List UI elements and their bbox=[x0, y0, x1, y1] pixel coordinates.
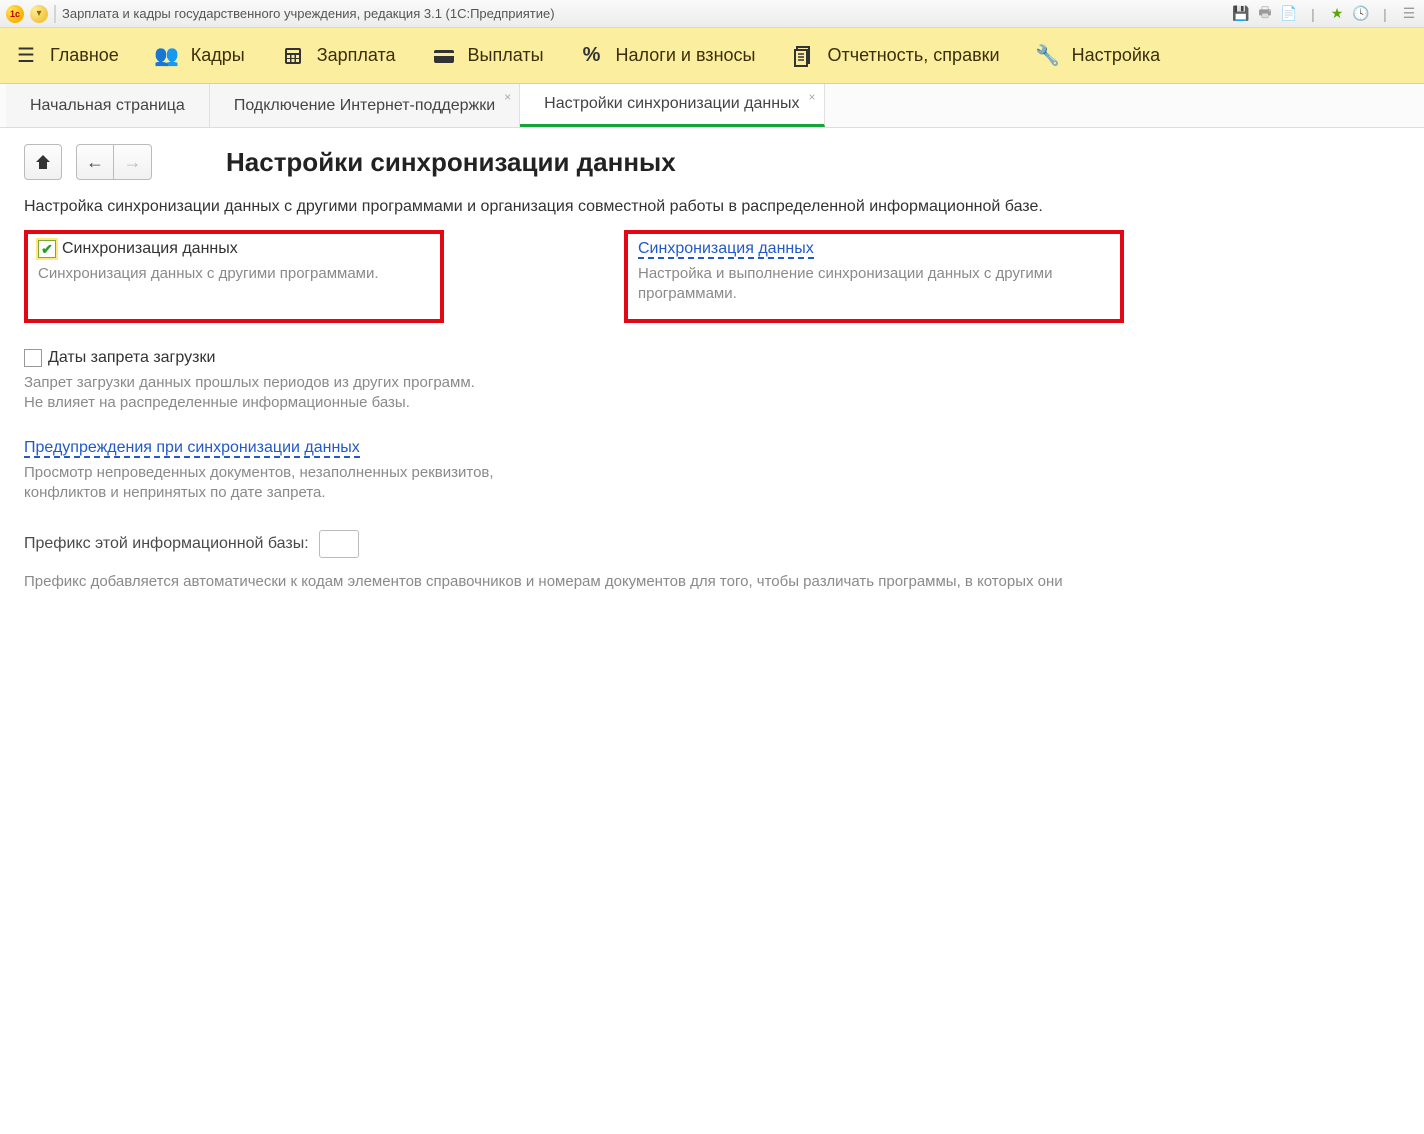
tabs-row: Начальная страница Подключение Интернет-… bbox=[0, 84, 1424, 128]
arrow-left-icon: ← bbox=[86, 152, 104, 173]
load-dates-row: Даты запрета загрузки bbox=[24, 349, 1400, 367]
menu-label: Выплаты bbox=[468, 45, 544, 66]
load-dates-desc: Запрет загрузки данных прошлых периодов … bbox=[24, 373, 1400, 414]
close-icon[interactable]: × bbox=[504, 90, 511, 104]
load-dates-label: Даты запрета загрузки bbox=[48, 349, 215, 367]
prefix-section: Префикс этой информационной базы: Префик… bbox=[24, 530, 1400, 592]
page-content: ← → Настройки синхронизации данных Настр… bbox=[0, 128, 1424, 608]
favorite-icon[interactable]: ★ bbox=[1328, 5, 1346, 23]
arrow-right-icon: → bbox=[124, 152, 142, 173]
sync-enable-box: ✔ Синхронизация данных Синхронизация дан… bbox=[24, 230, 444, 323]
people-icon: 👥 bbox=[155, 44, 179, 68]
tab-label: Настройки синхронизации данных bbox=[544, 95, 799, 113]
sync-checkbox-label: Синхронизация данных bbox=[62, 240, 238, 258]
window-title: Зарплата и кадры государственного учрежд… bbox=[62, 6, 555, 21]
intro-text: Настройка синхронизации данных с другими… bbox=[24, 198, 1400, 216]
documents-icon bbox=[791, 44, 815, 68]
sync-checkbox[interactable]: ✔ bbox=[38, 240, 56, 258]
load-dates-section: Даты запрета загрузки Запрет загрузки да… bbox=[24, 349, 1400, 414]
page-title: Настройки синхронизации данных bbox=[226, 147, 676, 178]
separator bbox=[54, 5, 56, 23]
percent-icon: % bbox=[580, 44, 604, 68]
calculator-icon bbox=[281, 44, 305, 68]
warnings-link[interactable]: Предупреждения при синхронизации данных bbox=[24, 439, 360, 458]
copy-icon[interactable]: 📄 bbox=[1280, 5, 1298, 23]
sync-checkbox-row: ✔ Синхронизация данных bbox=[38, 240, 430, 258]
menu-taxes[interactable]: % Налоги и взносы bbox=[576, 38, 760, 74]
sync-link-desc: Настройка и выполнение синхронизации дан… bbox=[638, 264, 1110, 305]
menu-payments[interactable]: Выплаты bbox=[428, 38, 548, 74]
tab-sync-settings[interactable]: Настройки синхронизации данных × bbox=[520, 84, 824, 127]
sync-link-box: Синхронизация данных Настройка и выполне… bbox=[624, 230, 1124, 323]
menu-label: Настройка bbox=[1072, 45, 1161, 66]
wrench-icon: 🔧 bbox=[1036, 44, 1060, 68]
titlebar: 1c ▾ Зарплата и кадры государственного у… bbox=[0, 0, 1424, 28]
separator: | bbox=[1304, 5, 1322, 23]
menu-label: Зарплата bbox=[317, 45, 396, 66]
home-icon bbox=[34, 153, 52, 171]
separator: | bbox=[1376, 5, 1394, 23]
two-column: ✔ Синхронизация данных Синхронизация дан… bbox=[24, 230, 1400, 323]
forward-button[interactable]: → bbox=[114, 144, 152, 180]
wallet-icon bbox=[432, 44, 456, 68]
menu-personnel[interactable]: 👥 Кадры bbox=[151, 38, 249, 74]
titlebar-right-icons: 💾 🖶 📄 | ★ 🕓 | ☰ bbox=[1232, 5, 1418, 23]
nav-row: ← → Настройки синхронизации данных bbox=[24, 144, 1400, 180]
sync-link[interactable]: Синхронизация данных bbox=[638, 240, 814, 259]
save-icon[interactable]: 💾 bbox=[1232, 5, 1250, 23]
home-button[interactable] bbox=[24, 144, 62, 180]
app-menu-dropdown[interactable]: ▾ bbox=[30, 5, 48, 23]
tab-label: Начальная страница bbox=[30, 97, 185, 115]
prefix-label: Префикс этой информационной базы: bbox=[24, 535, 309, 553]
menu-settings[interactable]: 🔧 Настройка bbox=[1032, 38, 1165, 74]
sync-checkbox-desc: Синхронизация данных с другими программа… bbox=[38, 264, 430, 284]
app-logo-icon: 1c bbox=[6, 5, 24, 23]
menu-label: Налоги и взносы bbox=[616, 45, 756, 66]
history-icon[interactable]: 🕓 bbox=[1352, 5, 1370, 23]
menu-icon: ☰ bbox=[14, 44, 38, 68]
prefix-row: Префикс этой информационной базы: bbox=[24, 530, 1400, 558]
menu-main[interactable]: ☰ Главное bbox=[10, 38, 123, 74]
menu-label: Главное bbox=[50, 45, 119, 66]
tab-label: Подключение Интернет-поддержки bbox=[234, 97, 495, 115]
print-icon[interactable]: 🖶 bbox=[1256, 5, 1274, 23]
prefix-desc: Префикс добавляется автоматически к кода… bbox=[24, 572, 1400, 592]
menu-reports[interactable]: Отчетность, справки bbox=[787, 38, 1003, 74]
tab-start-page[interactable]: Начальная страница bbox=[6, 84, 210, 127]
tab-internet-support[interactable]: Подключение Интернет-поддержки × bbox=[210, 84, 520, 127]
menu-label: Кадры bbox=[191, 45, 245, 66]
load-dates-checkbox[interactable] bbox=[24, 349, 42, 367]
warnings-desc: Просмотр непроведенных документов, незап… bbox=[24, 463, 1400, 504]
warnings-section: Предупреждения при синхронизации данных … bbox=[24, 439, 1400, 504]
prefix-input[interactable] bbox=[319, 530, 359, 558]
menu-salary[interactable]: Зарплата bbox=[277, 38, 400, 74]
main-menu: ☰ Главное 👥 Кадры Зарплата Выплаты % Нал… bbox=[0, 28, 1424, 84]
menu-label: Отчетность, справки bbox=[827, 45, 999, 66]
back-button[interactable]: ← bbox=[76, 144, 114, 180]
panel-icon[interactable]: ☰ bbox=[1400, 5, 1418, 23]
close-icon[interactable]: × bbox=[809, 90, 816, 104]
nav-pair: ← → bbox=[76, 144, 152, 180]
